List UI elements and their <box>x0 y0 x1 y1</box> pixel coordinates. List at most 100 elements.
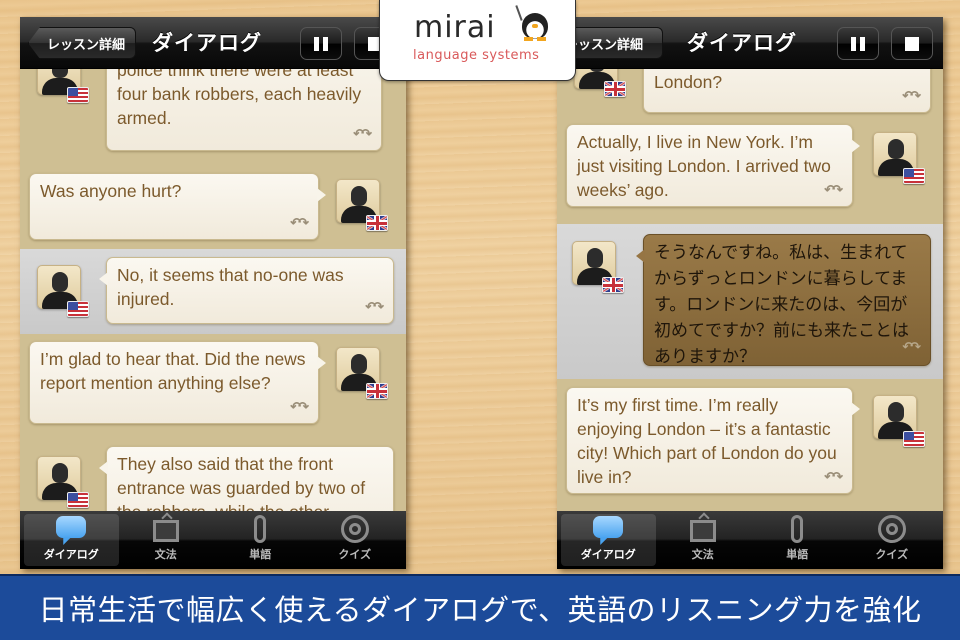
tab-bar: ダイアログ 文法 単語 クイズ <box>20 511 406 569</box>
dialog-message-highlighted[interactable]: No, it seems that no-one was injured. ↶↷ <box>20 249 406 334</box>
logo-tagline: language systems <box>413 48 540 63</box>
tab-quiz[interactable]: クイズ <box>845 514 940 566</box>
avatar <box>574 69 626 97</box>
stop-icon <box>905 36 919 51</box>
dialog-message-highlighted[interactable]: そうなんですね。私は、生まれてからずっとロンドンに暮らしてます。ロンドンに来たの… <box>557 224 943 379</box>
tab-dialog[interactable]: ダイアログ <box>561 514 656 566</box>
target-icon <box>340 515 369 543</box>
penguin-icon <box>515 5 548 41</box>
message-bubble[interactable]: police think there were at least four ba… <box>106 69 382 151</box>
page-title: ダイアログ <box>152 31 262 55</box>
dialog-message[interactable]: London? ↶↷ <box>557 69 943 124</box>
repeat-icon[interactable]: ↶↷ <box>353 122 372 146</box>
tab-label: クイズ <box>875 548 909 561</box>
pause-button[interactable] <box>300 27 342 60</box>
promo-banner: 日常生活で幅広く使えるダイアログで、英語のリスニング力を強化 <box>0 574 960 640</box>
paperclip-icon <box>254 515 267 543</box>
avatar <box>336 347 388 399</box>
tab-label: クイズ <box>338 548 372 561</box>
phone-screen-right: レッスン詳細 ダイアログ London? ↶↷ Actually, I live… <box>557 17 943 569</box>
uk-flag-icon <box>366 383 388 399</box>
message-text: No, it seems that no-one was injured. <box>117 265 344 309</box>
dialog-list[interactable]: London? ↶↷ Actually, I live in New York.… <box>557 69 943 511</box>
us-flag-icon <box>67 301 89 317</box>
phone-screen-left: レッスン詳細 ダイアログ police think there were at … <box>20 17 406 569</box>
pause-icon <box>314 36 328 51</box>
tab-grammar[interactable]: 文法 <box>656 514 751 566</box>
tab-label: 単語 <box>786 548 809 561</box>
avatar <box>37 69 89 103</box>
avatar <box>37 265 89 317</box>
page-title: ダイアログ <box>687 31 797 55</box>
navbar: レッスン詳細 ダイアログ <box>20 17 406 69</box>
mirai-logo: mirai language systems <box>379 0 576 81</box>
uk-flag-icon <box>366 215 388 231</box>
stop-button[interactable] <box>891 27 933 60</box>
pause-icon <box>851 36 865 51</box>
avatar <box>336 179 388 231</box>
tab-dialog[interactable]: ダイアログ <box>24 514 119 566</box>
picture-frame-icon <box>689 520 716 542</box>
dialog-message[interactable]: Actually, I live in New York. I’m just v… <box>557 124 943 224</box>
back-button[interactable]: レッスン詳細 <box>28 27 136 59</box>
dialog-message[interactable]: I’m glad to hear that. Did the news repo… <box>20 337 406 437</box>
tab-label: 単語 <box>249 548 272 561</box>
message-text: I’m glad to hear that. Did the news repo… <box>40 349 306 393</box>
repeat-icon[interactable]: ↶↷ <box>824 178 843 202</box>
tab-label: ダイアログ <box>43 548 99 561</box>
message-text: そうなんですね。私は、生まれてからずっとロンドンに暮らしてます。ロンドンに来たの… <box>654 243 909 367</box>
tab-vocabulary[interactable]: 単語 <box>750 514 845 566</box>
message-bubble[interactable]: I’m glad to hear that. Did the news repo… <box>29 341 326 424</box>
repeat-icon[interactable]: ↶↷ <box>902 84 921 108</box>
message-bubble[interactable]: Was anyone hurt? ↶↷ <box>29 173 326 240</box>
tab-label: 文法 <box>691 548 714 561</box>
avatar <box>873 395 925 447</box>
message-text: police think there were at least four ba… <box>117 69 362 128</box>
us-flag-icon <box>903 431 925 447</box>
speech-bubble-icon <box>56 516 87 538</box>
us-flag-icon <box>903 168 925 184</box>
us-flag-icon <box>67 87 89 103</box>
dialog-list[interactable]: police think there were at least four ba… <box>20 69 406 511</box>
logo-brand: mirai <box>414 10 496 45</box>
repeat-icon[interactable]: ↶↷ <box>365 295 384 319</box>
message-bubble[interactable]: They also said that the front entrance w… <box>99 446 394 511</box>
paperclip-icon <box>791 515 804 543</box>
dialog-message[interactable]: Was anyone hurt? ↶↷ <box>20 169 406 249</box>
tab-bar: ダイアログ 文法 単語 クイズ <box>557 511 943 569</box>
repeat-icon[interactable]: ↶↷ <box>824 465 843 489</box>
message-text: It’s my first time. I’m really enjoying … <box>577 395 837 487</box>
dialog-message[interactable]: It’s my first time. I’m really enjoying … <box>557 387 943 507</box>
dialog-message[interactable]: They also said that the front entrance w… <box>20 444 406 511</box>
avatar <box>572 241 624 293</box>
banner-text: 日常生活で幅広く使えるダイアログで、英語のリスニング力を強化 <box>38 593 922 627</box>
tab-quiz[interactable]: クイズ <box>308 514 403 566</box>
tab-vocabulary[interactable]: 単語 <box>213 514 308 566</box>
message-bubble[interactable]: No, it seems that no-one was injured. ↶↷ <box>99 257 394 324</box>
avatar <box>37 456 89 508</box>
dialog-message[interactable]: police think there were at least four ba… <box>20 69 406 159</box>
message-bubble[interactable]: Actually, I live in New York. I’m just v… <box>566 124 860 207</box>
pause-button[interactable] <box>837 27 879 60</box>
repeat-icon[interactable]: ↶↷ <box>902 335 921 361</box>
repeat-icon[interactable]: ↶↷ <box>290 395 309 419</box>
message-text: London? <box>654 72 723 92</box>
speech-bubble-icon <box>593 516 624 538</box>
tab-label: 文法 <box>154 548 177 561</box>
translated-message-bubble[interactable]: そうなんですね。私は、生まれてからずっとロンドンに暮らしてます。ロンドンに来たの… <box>636 234 931 367</box>
tab-label: ダイアログ <box>580 548 636 561</box>
uk-flag-icon <box>602 277 624 293</box>
picture-frame-icon <box>152 520 179 542</box>
repeat-icon[interactable]: ↶↷ <box>290 211 309 235</box>
message-bubble[interactable]: London? ↶↷ <box>643 69 931 113</box>
navbar: レッスン詳細 ダイアログ <box>557 17 943 69</box>
message-text: They also said that the front entrance w… <box>117 454 366 511</box>
message-bubble[interactable]: It’s my first time. I’m really enjoying … <box>566 387 860 494</box>
avatar <box>873 132 925 184</box>
uk-flag-icon <box>604 81 626 97</box>
target-icon <box>877 515 906 543</box>
message-text: Was anyone hurt? <box>40 181 182 201</box>
tab-grammar[interactable]: 文法 <box>119 514 214 566</box>
us-flag-icon <box>67 492 89 508</box>
message-text: Actually, I live in New York. I’m just v… <box>577 132 831 200</box>
